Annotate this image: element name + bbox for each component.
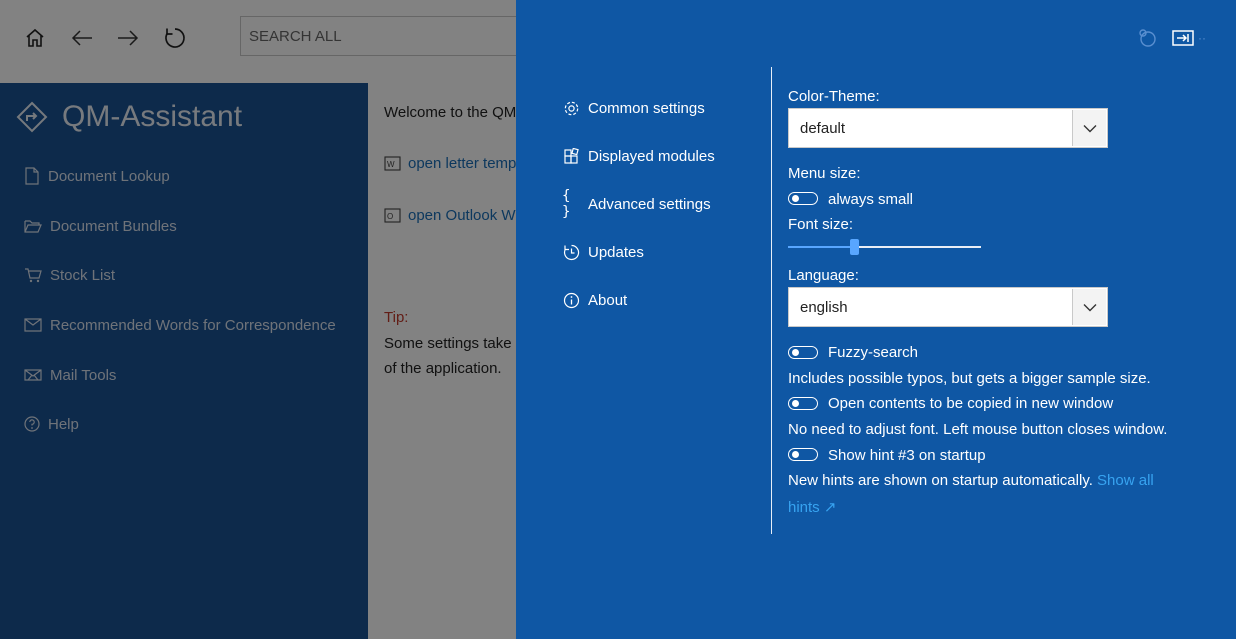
braces-icon: { } xyxy=(562,188,571,220)
menu-item-about[interactable]: About xyxy=(562,288,627,312)
menu-item-label: Updates xyxy=(588,243,644,261)
fuzzy-search-description: Includes possible typos, but gets a bigg… xyxy=(788,370,1151,387)
chevron-down-icon xyxy=(1083,124,1096,132)
menu-item-label: Displayed modules xyxy=(588,147,715,165)
panel-header-icons: ·· xyxy=(1136,26,1206,50)
language-select[interactable]: english xyxy=(788,287,1108,327)
panel-divider xyxy=(771,67,772,534)
show-all-hints-link[interactable]: Show all xyxy=(1097,472,1154,489)
menu-item-label: Advanced settings xyxy=(588,195,711,213)
settings-panel: ·· Common settings Displayed modules { }… xyxy=(516,0,1236,639)
fuzzy-search-toggle[interactable] xyxy=(788,346,818,359)
main-window: QM-Assistant Document Lookup Document Bu… xyxy=(0,0,1236,639)
show-hint-label: Show hint #3 on startup xyxy=(828,447,986,464)
toggle-knob xyxy=(792,195,799,202)
color-theme-value: default xyxy=(800,119,846,137)
menu-item-advanced-settings[interactable]: { } Advanced settings xyxy=(562,188,711,220)
menu-size-label: Menu size: xyxy=(788,165,861,182)
menu-item-label: About xyxy=(588,291,628,309)
menu-item-displayed-modules[interactable]: Displayed modules xyxy=(562,144,715,168)
slider-thumb[interactable] xyxy=(850,239,859,255)
show-all-hints-link-continued[interactable]: hints ↗ xyxy=(788,498,836,516)
menu-item-label: Common settings xyxy=(588,99,705,117)
update-clock-icon xyxy=(563,244,579,260)
toggle-knob xyxy=(792,349,799,356)
toggle-knob xyxy=(792,451,799,458)
fuzzy-search-label: Fuzzy-search xyxy=(828,344,919,361)
user-settings-icon[interactable] xyxy=(1136,27,1158,49)
gear-icon xyxy=(564,101,578,115)
font-size-slider[interactable] xyxy=(788,239,981,255)
color-theme-select[interactable]: default xyxy=(788,108,1108,148)
language-value: english xyxy=(800,298,848,316)
slider-fill xyxy=(788,246,854,248)
hint-description: New hints are shown on startup automatic… xyxy=(788,472,1154,489)
open-contents-description: No need to adjust font. Left mouse butto… xyxy=(788,421,1168,438)
toggle-knob xyxy=(792,400,799,407)
exit-panel-icon[interactable] xyxy=(1172,29,1194,47)
open-contents-toggle[interactable] xyxy=(788,397,818,410)
menu-item-updates[interactable]: Updates xyxy=(562,240,644,264)
modules-icon xyxy=(563,147,579,164)
color-theme-label: Color-Theme: xyxy=(788,88,880,105)
font-size-label: Font size: xyxy=(788,216,854,233)
open-contents-label: Open contents to be copied in new window xyxy=(828,395,1114,412)
show-hint-toggle[interactable] xyxy=(788,448,818,461)
menu-item-common-settings[interactable]: Common settings xyxy=(562,96,705,120)
more-dots-icon[interactable]: ·· xyxy=(1198,31,1206,45)
language-label: Language: xyxy=(788,267,859,284)
info-icon xyxy=(563,292,579,308)
menu-size-toggle-label: always small xyxy=(828,191,914,208)
menu-size-toggle[interactable] xyxy=(788,192,818,205)
chevron-down-icon xyxy=(1083,303,1096,311)
